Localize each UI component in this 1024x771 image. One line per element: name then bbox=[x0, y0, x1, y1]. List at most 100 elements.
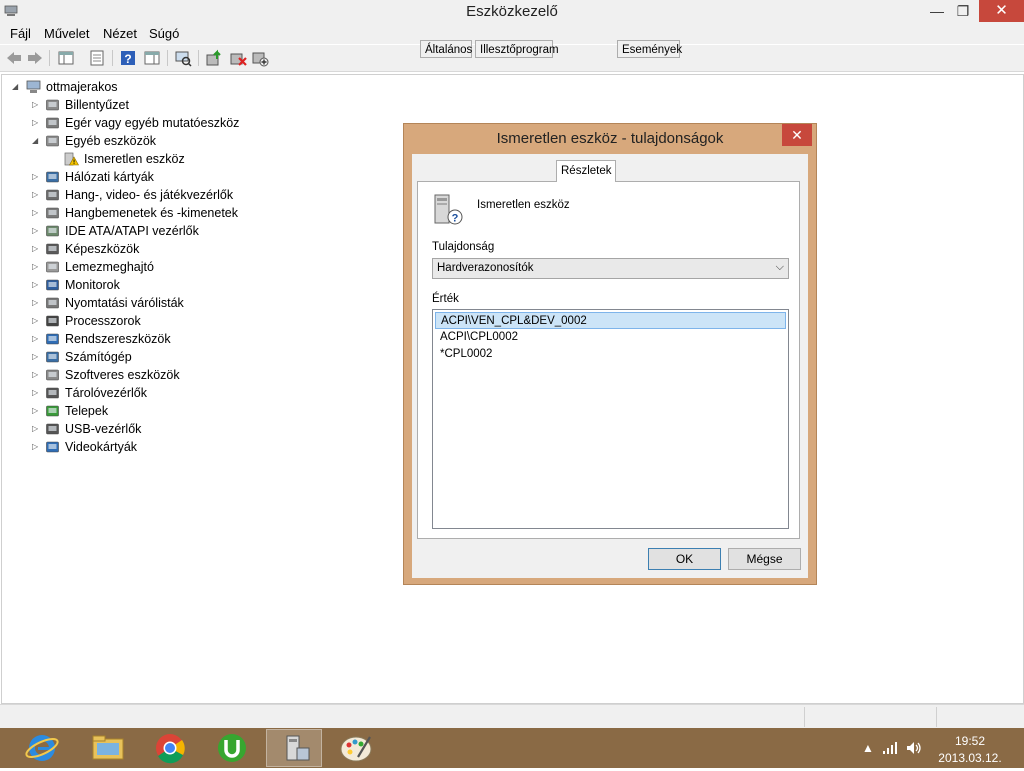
clock-time[interactable]: 19:52 bbox=[940, 734, 1000, 748]
expand-arrow-icon[interactable]: ▷ bbox=[32, 366, 42, 384]
audio-io-icon bbox=[46, 207, 59, 219]
tree-node[interactable]: ▷ Hálózati kártyák bbox=[2, 168, 262, 186]
expand-arrow-icon[interactable]: ▷ bbox=[32, 204, 42, 222]
monitor-icon bbox=[46, 279, 59, 291]
taskbar-app-device-manager[interactable] bbox=[266, 729, 322, 767]
value-item[interactable]: ACPI\CPL0002 bbox=[435, 329, 786, 346]
properties-icon[interactable] bbox=[88, 49, 106, 67]
tab-events[interactable]: Események bbox=[617, 40, 682, 58]
tree-node[interactable]: ▷ Telepek bbox=[2, 402, 262, 420]
value-list[interactable]: ACPI\VEN_CPL&DEV_0002 ACPI\CPL0002 *CPL0… bbox=[432, 309, 789, 529]
tab-general[interactable]: Általános bbox=[420, 40, 472, 58]
value-item[interactable]: ACPI\VEN_CPL&DEV_0002 bbox=[435, 312, 786, 329]
battery-icon bbox=[46, 405, 59, 417]
expand-arrow-icon[interactable]: ▷ bbox=[32, 384, 42, 402]
tab-driver[interactable]: Illesztőprogram bbox=[475, 40, 559, 58]
tree-node[interactable]: ▷ Szoftveres eszközök bbox=[2, 366, 262, 384]
ok-button[interactable]: OK bbox=[648, 548, 721, 570]
sound-icon bbox=[46, 189, 59, 201]
expand-arrow-icon[interactable]: ▷ bbox=[32, 276, 42, 294]
expand-arrow-icon[interactable]: ▷ bbox=[32, 348, 42, 366]
taskbar-app-ie[interactable] bbox=[14, 729, 70, 767]
tree-node[interactable]: ▷ Számítógép bbox=[2, 348, 262, 366]
expand-arrow-icon[interactable]: ▷ bbox=[32, 258, 42, 276]
tree-node-label: Lemezmeghajtó bbox=[65, 260, 154, 274]
expand-arrow-icon[interactable]: ▷ bbox=[32, 294, 42, 312]
value-label: Érték bbox=[432, 293, 459, 305]
tree-node[interactable]: ▷ Lemezmeghajtó bbox=[2, 258, 262, 276]
expand-arrow-icon[interactable]: ▷ bbox=[32, 96, 42, 114]
scan-hardware-icon[interactable] bbox=[174, 49, 192, 67]
expand-arrow-icon[interactable]: ▷ bbox=[32, 186, 42, 204]
chrome-icon bbox=[156, 734, 185, 764]
tree-node[interactable]: ▷ Billentyűzet bbox=[2, 96, 262, 114]
taskbar-app-chrome[interactable] bbox=[142, 729, 198, 767]
tree-node[interactable]: ▷ Processzorok bbox=[2, 312, 262, 330]
collapse-arrow-icon[interactable]: ◢ bbox=[12, 78, 22, 96]
expand-arrow-icon[interactable]: ▷ bbox=[32, 312, 42, 330]
cancel-button[interactable]: Mégse bbox=[728, 548, 801, 570]
menu-action[interactable]: Művelet bbox=[44, 26, 90, 41]
tree-node[interactable]: ◢ Egyéb eszközök bbox=[2, 132, 262, 150]
tree-node[interactable]: ▷ IDE ATA/ATAPI vezérlők bbox=[2, 222, 262, 240]
expand-arrow-icon[interactable]: ▷ bbox=[32, 330, 42, 348]
tree-node[interactable]: Ismeretlen eszköz bbox=[2, 150, 262, 168]
tree-node[interactable]: ▷ Monitorok bbox=[2, 276, 262, 294]
dialog-close-button[interactable]: ✕ bbox=[782, 124, 812, 146]
expand-arrow-icon[interactable]: ▷ bbox=[32, 402, 42, 420]
toolbar-separator bbox=[112, 50, 113, 66]
tab-details[interactable]: Részletek bbox=[556, 160, 616, 182]
back-icon[interactable] bbox=[5, 49, 23, 67]
expand-arrow-icon[interactable]: ▷ bbox=[32, 420, 42, 438]
tree-node[interactable]: ▷ Hangbemenetek és -kimenetek bbox=[2, 204, 262, 222]
action-pane-icon[interactable] bbox=[143, 49, 161, 67]
tree-root[interactable]: ◢ ottmajerakos bbox=[12, 78, 212, 96]
computer-icon bbox=[26, 80, 41, 93]
taskbar-app-paint[interactable] bbox=[328, 729, 384, 767]
uninstall-icon[interactable] bbox=[229, 49, 247, 67]
value-item[interactable]: *CPL0002 bbox=[435, 346, 786, 363]
tree-node-label: Rendszereszközök bbox=[65, 332, 171, 346]
update-driver-icon[interactable] bbox=[205, 49, 223, 67]
show-hidden-icons-icon[interactable]: ▲ bbox=[862, 741, 874, 755]
close-button[interactable]: ✕ bbox=[979, 0, 1024, 22]
tree-node[interactable]: ▷ Rendszereszközök bbox=[2, 330, 262, 348]
forward-icon[interactable] bbox=[26, 49, 44, 67]
imaging-device-icon bbox=[46, 243, 59, 255]
add-legacy-hardware-icon[interactable] bbox=[251, 49, 269, 67]
file-explorer-icon bbox=[92, 735, 124, 760]
volume-icon[interactable] bbox=[905, 740, 923, 756]
expand-arrow-icon[interactable]: ▷ bbox=[32, 240, 42, 258]
maximize-button[interactable]: ❐ bbox=[950, 0, 976, 22]
tree-node[interactable]: ▷ Videokártyák bbox=[2, 438, 262, 456]
tree-node[interactable]: ▷ Tárolóvezérlők bbox=[2, 384, 262, 402]
expand-arrow-icon[interactable]: ▷ bbox=[32, 222, 42, 240]
tree-node[interactable]: ▷ Hang-, video- és játékvezérlők bbox=[2, 186, 262, 204]
expand-arrow-icon[interactable]: ▷ bbox=[32, 114, 42, 132]
menu-help[interactable]: Súgó bbox=[149, 26, 179, 41]
network-signal-icon[interactable] bbox=[882, 741, 898, 755]
toolbar-separator bbox=[167, 50, 168, 66]
tree-node[interactable]: ▷ Egér vagy egyéb mutatóeszköz bbox=[2, 114, 262, 132]
taskbar-app-utorrent[interactable] bbox=[204, 729, 260, 767]
unknown-device-warning-icon bbox=[64, 152, 79, 166]
collapse-arrow-icon[interactable]: ◢ bbox=[32, 132, 42, 150]
tree-node[interactable]: ▷ Nyomtatási várólisták bbox=[2, 294, 262, 312]
tree-node[interactable]: ▷ USB-vezérlők bbox=[2, 420, 262, 438]
other-devices-icon bbox=[46, 135, 59, 147]
expand-arrow-icon[interactable]: ▷ bbox=[32, 168, 42, 186]
property-select[interactable]: Hardverazonosítók ⌵ bbox=[432, 258, 789, 279]
mouse-icon bbox=[46, 117, 59, 129]
menu-file[interactable]: Fájl bbox=[10, 26, 31, 41]
menu-view[interactable]: Nézet bbox=[103, 26, 137, 41]
expand-arrow-icon[interactable]: ▷ bbox=[32, 438, 42, 456]
help-icon[interactable]: ? bbox=[119, 49, 137, 67]
tree-node-label: Billentyűzet bbox=[65, 98, 129, 112]
tree-node[interactable]: ▷ Képeszközök bbox=[2, 240, 262, 258]
tree-node-label: Processzorok bbox=[65, 314, 141, 328]
usb-icon bbox=[46, 423, 59, 435]
minimize-button[interactable]: — bbox=[924, 0, 950, 22]
show-hide-console-tree-icon[interactable] bbox=[57, 49, 75, 67]
clock-date[interactable]: 2013.03.12. bbox=[937, 751, 1003, 765]
taskbar-app-explorer[interactable] bbox=[80, 729, 136, 767]
